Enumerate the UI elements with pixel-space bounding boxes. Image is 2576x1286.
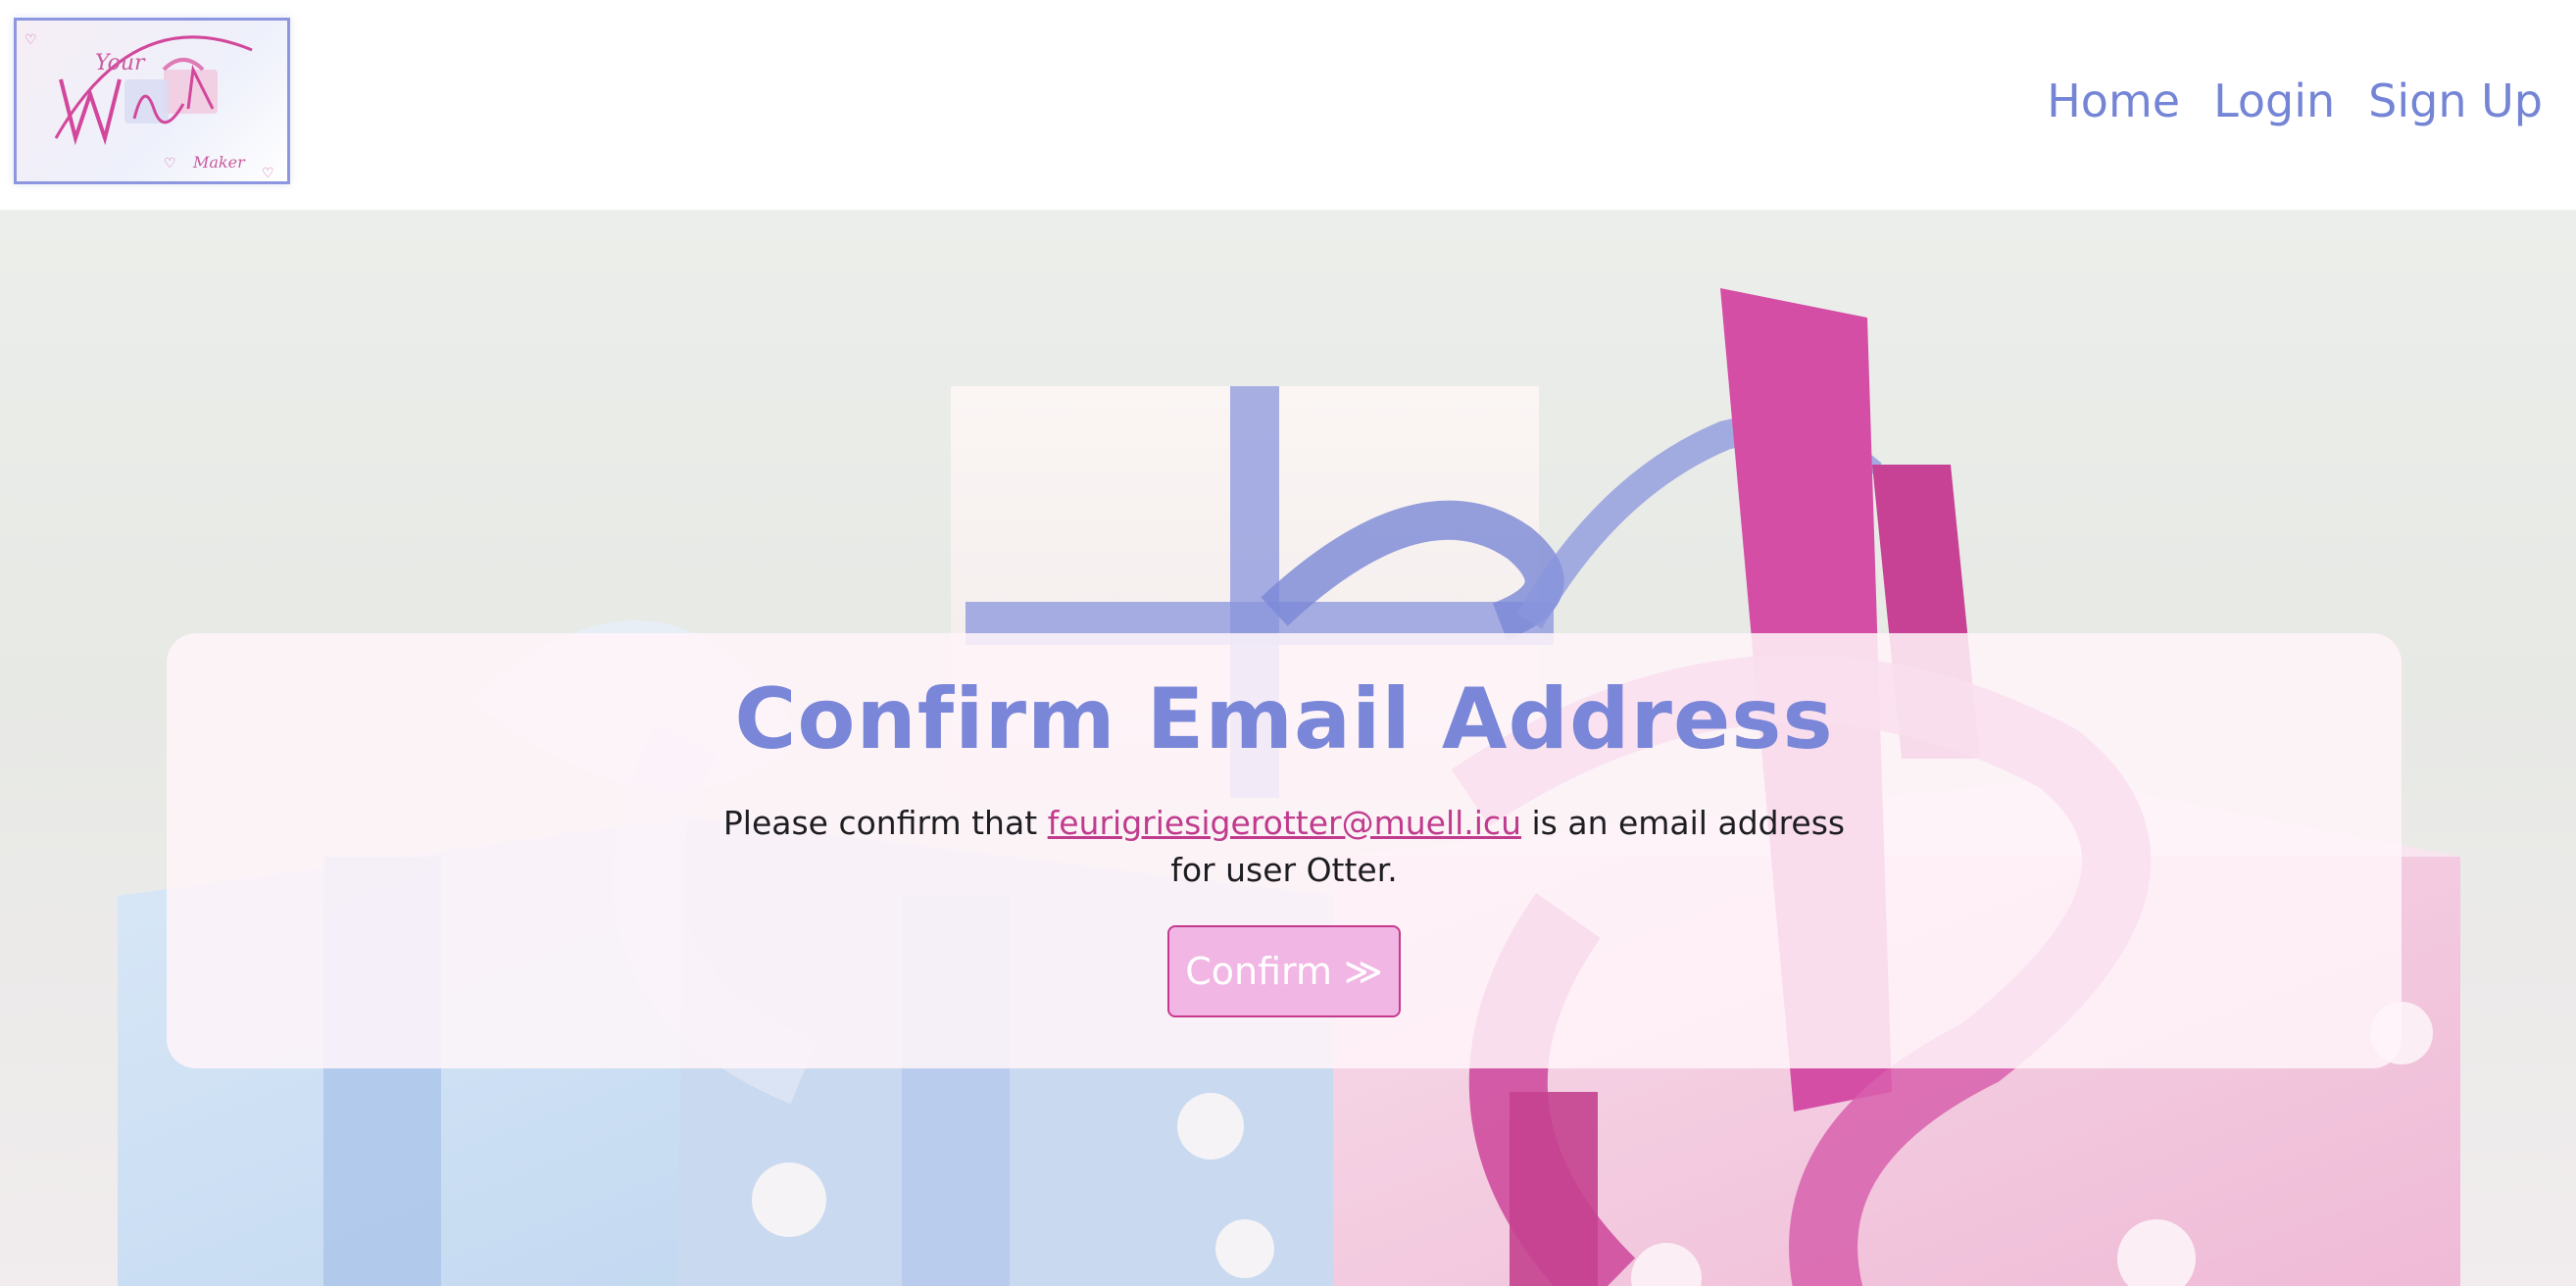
nav-home-link[interactable]: Home	[2047, 67, 2180, 135]
main-nav: Home Login Sign Up	[2047, 67, 2543, 135]
heart-icon: ♡	[164, 156, 176, 172]
heart-icon: ♡	[25, 32, 37, 48]
nav-signup-link[interactable]: Sign Up	[2368, 67, 2543, 135]
confirm-button-label: Confirm	[1185, 950, 1332, 993]
confirm-button[interactable]: Confirm ≫	[1167, 925, 1401, 1017]
page-title: Confirm Email Address	[734, 670, 1834, 768]
confirm-message: Please confirm that feurigriesigerotter@…	[716, 800, 1853, 894]
nav-login-link[interactable]: Login	[2213, 67, 2335, 135]
site-logo[interactable]: Your Maker ♡ ♡ ♡	[14, 18, 290, 184]
heart-icon: ♡	[262, 166, 274, 181]
email-link[interactable]: feurigriesigerotter@muell.icu	[1048, 804, 1521, 842]
site-header: Your Maker ♡ ♡ ♡ Home Login Sign Up	[0, 0, 2576, 210]
logo-text-bottom: Maker	[192, 153, 246, 172]
message-text-before: Please confirm that	[722, 804, 1048, 842]
double-chevron-right-icon: ≫	[1344, 950, 1383, 993]
confirm-card: Confirm Email Address Please confirm tha…	[167, 633, 2402, 1068]
logo-graphic: Your Maker ♡ ♡ ♡	[25, 32, 274, 181]
logo-text-top: Your	[95, 51, 146, 75]
